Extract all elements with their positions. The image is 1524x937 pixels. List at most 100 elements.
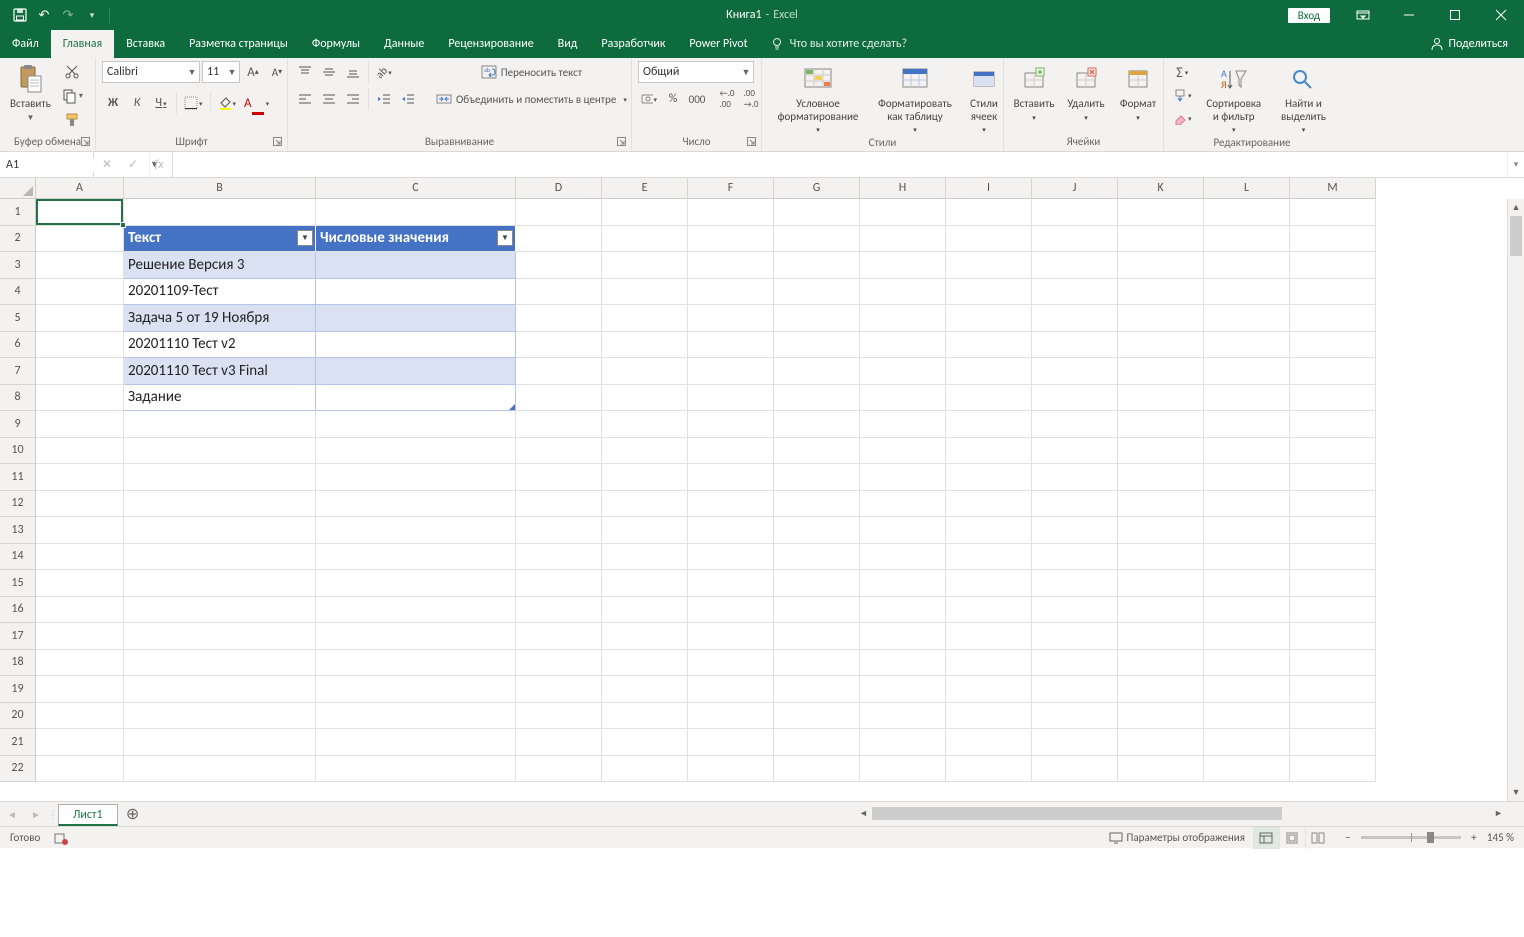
dialog-launcher-icon[interactable] <box>273 137 283 147</box>
cell[interactable] <box>860 226 946 253</box>
tab-formulas[interactable]: Формулы <box>300 30 372 58</box>
fill-handle[interactable] <box>120 222 126 228</box>
cell[interactable] <box>516 491 602 518</box>
cell[interactable] <box>860 358 946 385</box>
cell[interactable] <box>1290 756 1376 783</box>
cell[interactable] <box>36 729 124 756</box>
page-break-view-button[interactable] <box>1305 827 1331 849</box>
column-header[interactable]: M <box>1290 178 1376 199</box>
sheet-prev-button[interactable]: ◄ <box>0 802 24 826</box>
cell[interactable] <box>688 623 774 650</box>
shrink-font-button[interactable]: A▾ <box>266 61 288 83</box>
cell[interactable] <box>1290 385 1376 412</box>
cell[interactable] <box>316 729 516 756</box>
cell[interactable] <box>516 676 602 703</box>
tab-file[interactable]: Файл <box>0 30 51 58</box>
cell-styles-button[interactable]: Стили ячеек▾ <box>962 61 1006 136</box>
row-header[interactable]: 22 <box>0 756 36 783</box>
hscroll-track[interactable] <box>872 805 1490 822</box>
cell[interactable] <box>36 756 124 783</box>
cell[interactable] <box>602 332 688 359</box>
row-header[interactable]: 8 <box>0 385 36 412</box>
cell[interactable] <box>1204 491 1290 518</box>
cell[interactable] <box>688 226 774 253</box>
page-layout-view-button[interactable] <box>1279 827 1305 849</box>
cell[interactable] <box>688 703 774 730</box>
cell[interactable] <box>946 332 1032 359</box>
cell[interactable] <box>1290 464 1376 491</box>
cell[interactable] <box>1032 756 1118 783</box>
row-header[interactable]: 19 <box>0 676 36 703</box>
cell[interactable] <box>516 305 602 332</box>
cell[interactable] <box>516 332 602 359</box>
cell[interactable] <box>36 676 124 703</box>
cell[interactable] <box>1032 544 1118 571</box>
cell[interactable] <box>1118 332 1204 359</box>
cell[interactable] <box>774 252 860 279</box>
cell[interactable] <box>1204 517 1290 544</box>
cell[interactable] <box>1204 544 1290 571</box>
cell[interactable] <box>1118 756 1204 783</box>
cell[interactable] <box>1204 623 1290 650</box>
ribbon-options-button[interactable] <box>1340 0 1386 30</box>
cell[interactable] <box>688 305 774 332</box>
cell[interactable] <box>1290 491 1376 518</box>
scroll-up-button[interactable]: ▲ <box>1508 199 1524 216</box>
align-top-button[interactable] <box>294 61 316 83</box>
cell[interactable] <box>1204 385 1290 412</box>
cell[interactable] <box>1032 703 1118 730</box>
cell[interactable] <box>516 623 602 650</box>
dialog-launcher-icon[interactable] <box>81 137 91 147</box>
cell[interactable] <box>516 464 602 491</box>
dialog-launcher-icon[interactable] <box>617 137 627 147</box>
column-header[interactable]: J <box>1032 178 1118 199</box>
minimize-button[interactable] <box>1386 0 1432 30</box>
cell[interactable] <box>316 438 516 465</box>
cell[interactable] <box>688 252 774 279</box>
cell[interactable] <box>316 199 516 226</box>
column-header[interactable]: K <box>1118 178 1204 199</box>
cell[interactable] <box>774 676 860 703</box>
number-format-combo[interactable]: Общий▼ <box>638 61 754 83</box>
cell[interactable] <box>860 438 946 465</box>
cell[interactable] <box>946 438 1032 465</box>
cell[interactable] <box>860 252 946 279</box>
cell[interactable] <box>316 756 516 783</box>
cell[interactable] <box>316 464 516 491</box>
cell[interactable] <box>1118 703 1204 730</box>
row-header[interactable]: 10 <box>0 438 36 465</box>
cell[interactable] <box>602 358 688 385</box>
cell[interactable] <box>860 729 946 756</box>
sort-filter-button[interactable]: AЯ Сортировка и фильтр▾ <box>1199 61 1269 136</box>
filter-dropdown-icon[interactable]: ▼ <box>497 230 513 246</box>
cell[interactable] <box>602 491 688 518</box>
cell[interactable] <box>1118 464 1204 491</box>
cell[interactable] <box>946 570 1032 597</box>
cell[interactable] <box>602 305 688 332</box>
column-header[interactable]: A <box>36 178 124 199</box>
cut-button[interactable] <box>59 61 86 83</box>
cell[interactable] <box>124 199 316 226</box>
cell[interactable] <box>602 517 688 544</box>
cell[interactable] <box>1118 570 1204 597</box>
cell[interactable] <box>1204 756 1290 783</box>
cell[interactable] <box>774 517 860 544</box>
cell[interactable] <box>316 650 516 677</box>
cell[interactable] <box>1204 597 1290 624</box>
cell[interactable] <box>316 332 516 359</box>
cell[interactable] <box>946 729 1032 756</box>
new-sheet-button[interactable]: ⊕ <box>118 802 148 826</box>
cell[interactable] <box>1290 676 1376 703</box>
scroll-thumb[interactable] <box>1510 216 1522 256</box>
cell[interactable] <box>774 650 860 677</box>
cell[interactable] <box>316 305 516 332</box>
cell[interactable] <box>1118 279 1204 306</box>
cell[interactable] <box>36 703 124 730</box>
formula-input[interactable] <box>173 152 1507 177</box>
cell[interactable] <box>124 650 316 677</box>
cell[interactable]: 20201110 Тест v3 Final <box>124 358 316 385</box>
cell[interactable] <box>946 305 1032 332</box>
cell[interactable] <box>316 279 516 306</box>
cell[interactable] <box>1032 305 1118 332</box>
cell[interactable] <box>602 597 688 624</box>
